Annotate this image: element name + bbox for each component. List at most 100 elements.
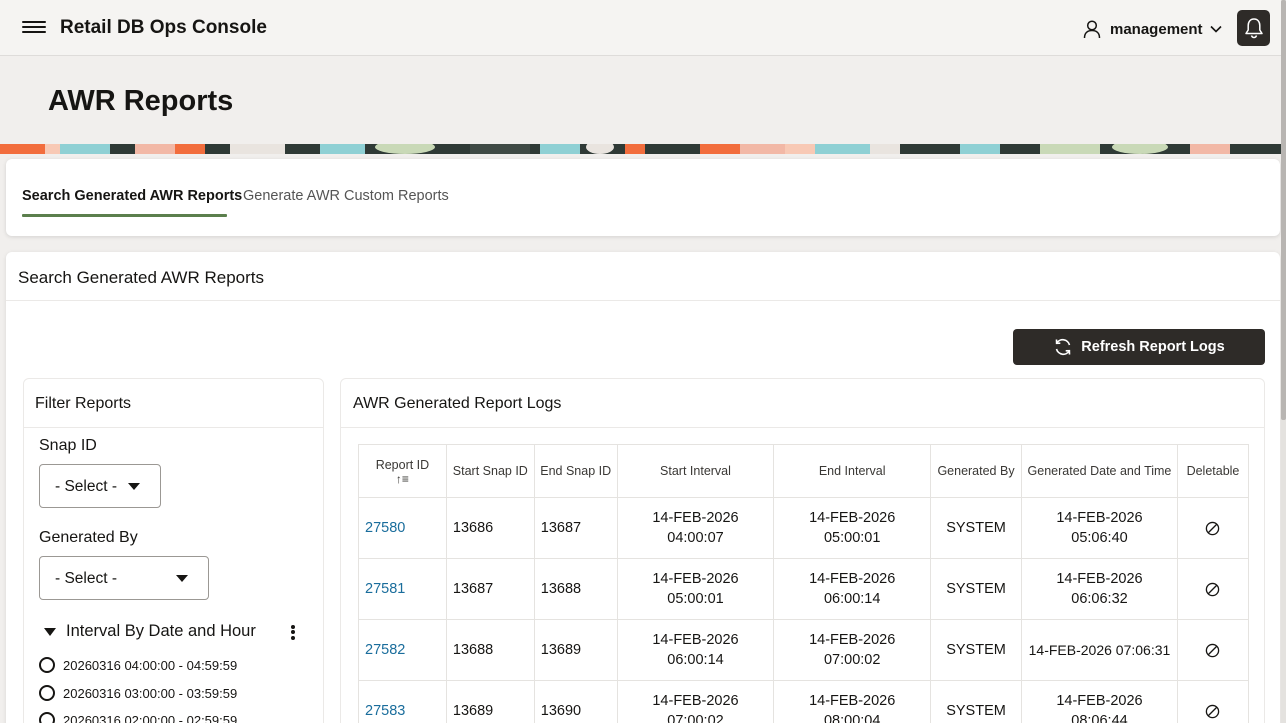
start-interval-cell: 14-FEB-2026 05:00:01: [616, 558, 775, 620]
prohibited-icon: [1206, 521, 1220, 535]
chevron-down-icon: [1209, 25, 1222, 33]
start-snap-id-cell: 13688: [445, 619, 535, 681]
caret-down-icon: [128, 483, 140, 490]
snap-id-label: Snap ID: [39, 437, 97, 454]
snap-id-select[interactable]: - Select -: [39, 464, 161, 508]
report-logs-panel: AWR Generated Report Logs Report ID ↑≡ S…: [340, 378, 1265, 723]
column-header-start-snap-id[interactable]: Start Snap ID: [445, 444, 535, 498]
end-snap-id-cell: 13690: [533, 680, 618, 723]
column-header-report-id[interactable]: Report ID ↑≡: [358, 444, 447, 498]
start-interval-cell: 14-FEB-2026 04:00:07: [616, 497, 775, 559]
deletable-cell: [1176, 497, 1250, 559]
tabs-card: Search Generated AWR Reports Generate AW…: [6, 159, 1280, 236]
end-interval-cell: 14-FEB-2026 08:00:04: [773, 680, 932, 723]
more-options-icon[interactable]: [289, 623, 297, 641]
report-id-link[interactable]: 27583: [365, 703, 405, 719]
divider: [24, 427, 323, 428]
generated-date-time-cell: 14-FEB-2026 07:06:31: [1020, 619, 1178, 681]
divider: [341, 427, 1264, 428]
report-id-link[interactable]: 27580: [365, 520, 405, 536]
top-header: Retail DB Ops Console management: [0, 0, 1286, 56]
divider: [6, 300, 1280, 301]
deletable-cell: [1176, 619, 1250, 681]
deletable-cell: [1176, 680, 1250, 723]
column-header-start-interval[interactable]: Start Interval: [616, 444, 775, 498]
end-interval-cell: 14-FEB-2026 05:00:01: [773, 497, 932, 559]
tab-search-generated-reports[interactable]: Search Generated AWR Reports: [22, 188, 242, 204]
generated-by-select-value: - Select -: [55, 570, 118, 587]
start-snap-id-cell: 13687: [445, 558, 535, 620]
radio-button[interactable]: [39, 657, 55, 673]
end-snap-id-cell: 13687: [533, 497, 618, 559]
refresh-icon: [1055, 339, 1071, 355]
start-snap-id-cell: 13686: [445, 497, 535, 559]
prohibited-icon: [1206, 582, 1220, 596]
generated-by-label: Generated By: [39, 529, 138, 546]
generated-by-cell: SYSTEM: [930, 558, 1022, 620]
column-header-label: Report ID: [375, 458, 430, 472]
start-snap-id-cell: 13689: [445, 680, 535, 723]
table-row: 27583 13689 13690 14-FEB-2026 07:00:02 1…: [358, 680, 1250, 723]
interval-option[interactable]: 20260316 03:00:00 - 03:59:59: [39, 684, 237, 702]
filter-title: Filter Reports: [35, 395, 132, 412]
generated-by-select[interactable]: - Select -: [39, 556, 209, 600]
refresh-report-logs-button[interactable]: Refresh Report Logs: [1013, 329, 1265, 365]
snap-id-select-value: - Select -: [55, 478, 118, 495]
main-card: Search Generated AWR Reports Refresh Rep…: [6, 252, 1280, 723]
end-interval-cell: 14-FEB-2026 06:00:14: [773, 558, 932, 620]
end-snap-id-cell: 13689: [533, 619, 618, 681]
generated-by-cell: SYSTEM: [930, 619, 1022, 681]
interval-section-header: Interval By Date and Hour: [39, 622, 309, 644]
bell-icon: [1244, 18, 1263, 39]
column-header-generated-by[interactable]: Generated By: [930, 444, 1022, 498]
column-header-end-snap-id[interactable]: End Snap ID: [533, 444, 618, 498]
prohibited-icon: [1206, 643, 1220, 657]
report-logs-table: Report ID ↑≡ Start Snap ID End Snap ID S…: [358, 444, 1250, 723]
page-title: AWR Reports: [48, 85, 234, 117]
generated-date-time-cell: 14-FEB-2026 06:06:32: [1020, 558, 1178, 620]
user-menu[interactable]: management: [1082, 17, 1223, 41]
interval-option-label: 20260316 04:00:00 - 04:59:59: [63, 657, 238, 673]
generated-date-time-cell: 14-FEB-2026 08:06:44: [1020, 680, 1178, 723]
hamburger-menu-icon[interactable]: [22, 18, 46, 38]
section-title: Search Generated AWR Reports: [18, 268, 264, 287]
interval-option[interactable]: 20260316 02:00:00 - 02:59:59: [39, 711, 237, 723]
app-title: Retail DB Ops Console: [60, 17, 267, 38]
generated-date-time-cell: 14-FEB-2026 05:06:40: [1020, 497, 1178, 559]
user-name: management: [1110, 20, 1203, 38]
column-header-generated-date-time[interactable]: Generated Date and Time: [1020, 444, 1178, 498]
refresh-button-label: Refresh Report Logs: [1081, 339, 1225, 355]
notifications-button[interactable]: [1237, 10, 1270, 46]
interval-option-label: 20260316 02:00:00 - 02:59:59: [63, 712, 238, 723]
page-hero: AWR Reports: [0, 57, 1286, 154]
column-header-end-interval[interactable]: End Interval: [773, 444, 932, 498]
start-interval-cell: 14-FEB-2026 07:00:02: [616, 680, 775, 723]
collapse-triangle-icon[interactable]: [44, 628, 56, 636]
column-header-deletable[interactable]: Deletable: [1176, 444, 1250, 498]
report-id-link[interactable]: 27581: [365, 581, 405, 597]
sort-ascending-icon[interactable]: ↑≡: [363, 473, 442, 485]
interval-option-label: 20260316 03:00:00 - 03:59:59: [63, 685, 238, 701]
scrollbar-thumb[interactable]: [1281, 0, 1286, 420]
tab-generate-custom-reports[interactable]: Generate AWR Custom Reports: [243, 188, 449, 204]
filter-panel: Filter Reports Snap ID - Select - Genera…: [23, 378, 324, 723]
report-id-link[interactable]: 27582: [365, 642, 405, 658]
table-row: 27581 13687 13688 14-FEB-2026 05:00:01 1…: [358, 558, 1250, 620]
page-scrollbar[interactable]: [1281, 0, 1286, 723]
generated-by-cell: SYSTEM: [930, 497, 1022, 559]
decorative-banner: [0, 144, 1286, 154]
caret-down-icon: [176, 575, 188, 582]
logs-title: AWR Generated Report Logs: [353, 395, 562, 412]
table-row: 27580 13686 13687 14-FEB-2026 04:00:07 1…: [358, 497, 1250, 559]
generated-by-cell: SYSTEM: [930, 680, 1022, 723]
radio-button[interactable]: [39, 712, 55, 723]
interval-option[interactable]: 20260316 04:00:00 - 04:59:59: [39, 656, 237, 674]
end-snap-id-cell: 13688: [533, 558, 618, 620]
end-interval-cell: 14-FEB-2026 07:00:02: [773, 619, 932, 681]
radio-button[interactable]: [39, 685, 55, 701]
deletable-cell: [1176, 558, 1250, 620]
active-tab-indicator: [22, 214, 227, 217]
interval-label: Interval By Date and Hour: [66, 622, 256, 640]
prohibited-icon: [1206, 704, 1220, 718]
user-icon: [1083, 20, 1101, 39]
